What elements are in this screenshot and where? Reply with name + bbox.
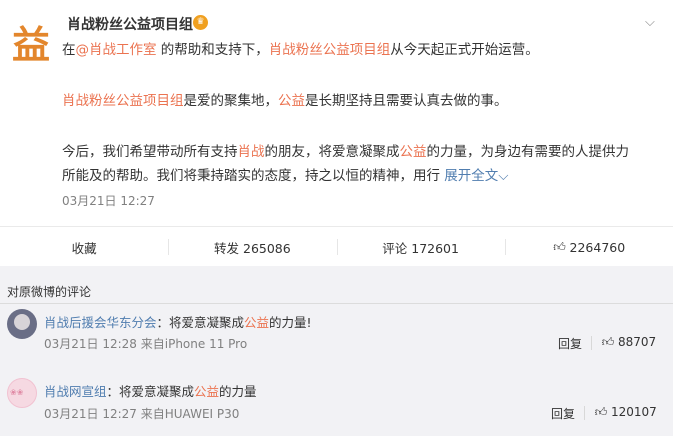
post-timestamp[interactable]: 03月21日 12:27 bbox=[62, 192, 155, 209]
account-avatar[interactable]: 益 bbox=[6, 16, 56, 67]
favorite-button[interactable]: 收藏 bbox=[0, 227, 168, 267]
chevron-down-icon[interactable]: ⌵ bbox=[645, 16, 659, 30]
comment-button[interactable]: 评论 172601 bbox=[336, 227, 505, 267]
text-segment: 的朋友，将爱意凝聚成 bbox=[264, 144, 400, 160]
mention-link[interactable]: @肖战工作室 bbox=[76, 42, 157, 58]
keyword-highlight[interactable]: 公益 bbox=[194, 384, 219, 399]
post-username[interactable]: 肖战粉丝公益项目组 bbox=[67, 14, 193, 34]
text-segment: 是长期坚持且需要认真去做的事。 bbox=[305, 93, 508, 109]
like-button[interactable]: 👍︎ 2264760 bbox=[504, 227, 673, 267]
text-segment: 的帮助和支持下， bbox=[156, 42, 269, 58]
post-text-line-1: 在@肖战工作室 的帮助和支持下，肖战粉丝公益项目组从今天起正式开始运营。 bbox=[62, 38, 652, 62]
reply-button[interactable]: 回复 bbox=[551, 405, 575, 422]
repost-label: 转发 265086 bbox=[214, 240, 291, 256]
text-segment: 的力量，为身边有需要的人提供力 bbox=[426, 144, 630, 160]
favorite-label: 收藏 bbox=[71, 240, 97, 256]
chevron-down-icon: ⌵ bbox=[498, 168, 509, 184]
keyword-highlight[interactable]: 公益 bbox=[244, 315, 269, 330]
expand-label: 展开全文 bbox=[444, 168, 499, 184]
org-link[interactable]: 肖战粉丝公益项目组 bbox=[62, 93, 184, 109]
comment-segment: ：将爱意凝聚成 bbox=[156, 315, 245, 330]
comment-segment: ：将爱意凝聚成 bbox=[106, 384, 195, 399]
text-segment: 所能及的帮助。我们将秉持踏实的态度，持之以恒的精神，用行 bbox=[62, 168, 440, 184]
comment-like-button[interactable]: 👍︎ 88707 bbox=[601, 335, 656, 349]
commenter-name-link[interactable]: 肖战后援会华东分会 bbox=[44, 315, 157, 330]
comment-segment: 的力量 bbox=[219, 384, 257, 399]
divider bbox=[0, 303, 673, 304]
keyword-highlight[interactable]: 公益 bbox=[400, 144, 427, 160]
reply-button[interactable]: 回复 bbox=[558, 335, 582, 352]
text-segment: 今后，我们希望带动所有支持 bbox=[62, 144, 238, 160]
repost-button[interactable]: 转发 265086 bbox=[168, 227, 336, 267]
crown-icon: ♛ bbox=[193, 15, 208, 30]
commenter-avatar[interactable] bbox=[7, 309, 37, 339]
thumbs-up-icon: 👍︎ bbox=[601, 335, 615, 349]
commenter-name-link[interactable]: 肖战网宣组 bbox=[44, 384, 107, 399]
keyword-highlight[interactable]: 肖战 bbox=[238, 144, 265, 160]
comments-section-title: 对原微博的评论 bbox=[7, 285, 92, 299]
divider bbox=[591, 336, 592, 350]
org-link[interactable]: 肖战粉丝公益项目组 bbox=[269, 42, 391, 58]
like-count: 2264760 bbox=[569, 239, 626, 255]
comment-segment: 的力量! bbox=[269, 315, 312, 330]
avatar-glyph: 益 bbox=[11, 21, 50, 67]
expand-full-text-link[interactable]: 展开全文⌵ bbox=[444, 168, 508, 184]
divider bbox=[584, 406, 585, 420]
comment-text: 肖战网宣组：将爱意凝聚成公益的力量 bbox=[44, 381, 257, 400]
text-segment: 是爱的聚集地， bbox=[183, 93, 279, 109]
comment-like-count: 88707 bbox=[618, 335, 657, 349]
commenter-avatar[interactable]: ❀❀ bbox=[7, 378, 37, 408]
comment-meta: 03月21日 12:28 来自iPhone 11 Pro bbox=[44, 337, 248, 351]
comment-label: 评论 172601 bbox=[382, 240, 459, 256]
post-action-bar: 收藏 转发 265086 评论 172601 👍︎ 2264760 bbox=[0, 226, 673, 266]
post-text-line-3: 今后，我们希望带动所有支持肖战的朋友，将爱意凝聚成公益的力量，为身边有需要的人提… bbox=[62, 140, 652, 164]
weibo-post: 益 肖战粉丝公益项目组 ♛ ⌵ 在@肖战工作室 的帮助和支持下，肖战粉丝公益项目… bbox=[0, 0, 673, 226]
avatar-art: ❀❀ bbox=[10, 388, 24, 397]
post-text-line-4: 所能及的帮助。我们将秉持踏实的态度，持之以恒的精神，用行 展开全文⌵ bbox=[62, 164, 652, 188]
keyword-highlight[interactable]: 公益 bbox=[278, 93, 305, 109]
comment-text: 肖战后援会华东分会：将爱意凝聚成公益的力量! bbox=[44, 312, 312, 331]
comment-like-count: 120107 bbox=[611, 405, 657, 419]
text-segment: 在 bbox=[62, 42, 76, 58]
original-post-comments: 对原微博的评论 肖战后援会华东分会：将爱意凝聚成公益的力量! 03月21日 12… bbox=[0, 266, 673, 436]
thumbs-up-icon: 👍︎ bbox=[553, 240, 566, 254]
text-segment: 从今天起正式开始运营。 bbox=[390, 42, 539, 58]
comment-like-button[interactable]: 👍︎ 120107 bbox=[594, 405, 657, 419]
thumbs-up-icon: 👍︎ bbox=[594, 405, 608, 419]
comment-meta: 03月21日 12:27 来自HUAWEI P30 bbox=[44, 407, 240, 421]
post-text-line-2: 肖战粉丝公益项目组是爱的聚集地，公益是长期坚持且需要认真去做的事。 bbox=[62, 89, 652, 113]
